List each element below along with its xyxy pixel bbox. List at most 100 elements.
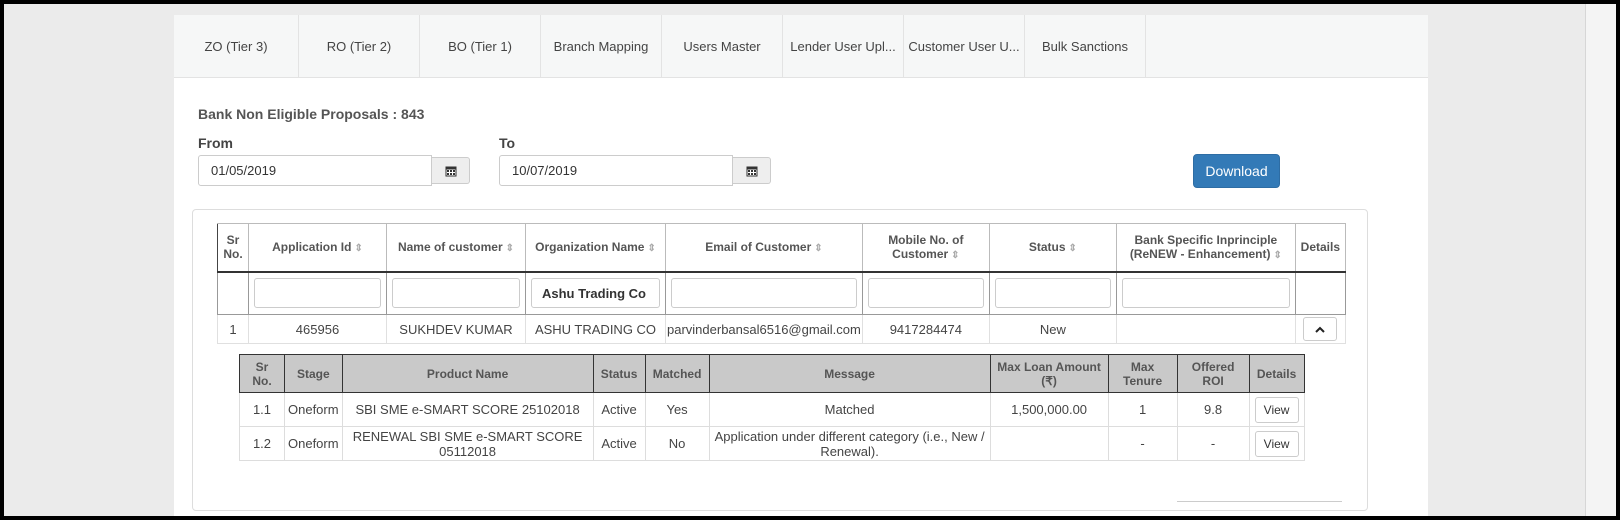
sub-row-roi: 9.8 — [1176, 392, 1250, 427]
browser-frame: ZO (Tier 3) RO (Tier 2) BO (Tier 1) Bran… — [0, 0, 1620, 520]
sub-row-max-loan — [989, 426, 1109, 461]
tab-bar: ZO (Tier 3) RO (Tier 2) BO (Tier 1) Bran… — [174, 15, 1428, 78]
view-button[interactable]: View — [1254, 396, 1299, 423]
sub-col-details: Details — [1248, 354, 1305, 393]
filter-cell — [248, 271, 387, 315]
sub-col-max-tenure: Max Tenure — [1107, 354, 1178, 393]
sub-row-matched: No — [644, 426, 710, 461]
row-status: New — [988, 314, 1117, 344]
pagination-fragment — [1177, 501, 1342, 512]
filter-cell — [1294, 271, 1346, 315]
tab-bo[interactable]: BO (Tier 1) — [420, 15, 541, 77]
col-application-id[interactable]: Application Id ⇕ — [248, 223, 387, 273]
download-button[interactable]: Download — [1193, 154, 1280, 188]
col-email[interactable]: Email of Customer ⇕ — [665, 223, 863, 273]
sub-row-max-tenure: - — [1107, 426, 1178, 461]
filter-cell — [386, 271, 526, 315]
sub-table-header-row: Sr No. Stage Product Name Status Matched … — [239, 354, 1305, 393]
product-match-table: Sr No. Stage Product Name Status Matched … — [239, 354, 1305, 461]
sort-icon: ⇕ — [1273, 250, 1282, 262]
collapse-button[interactable] — [1303, 317, 1338, 341]
chevron-up-icon — [1315, 326, 1326, 333]
col-status[interactable]: Status ⇕ — [988, 223, 1117, 273]
sub-row-max-tenure: 1 — [1107, 392, 1178, 427]
organization-name-filter[interactable] — [531, 278, 660, 309]
tab-ro[interactable]: RO (Tier 2) — [299, 15, 420, 77]
main-panel: ZO (Tier 3) RO (Tier 2) BO (Tier 1) Bran… — [174, 15, 1428, 516]
row-mobile: 9417284474 — [861, 314, 990, 344]
sub-col-max-loan: Max Loan Amount (₹) — [989, 354, 1109, 393]
inprinciple-filter[interactable] — [1121, 278, 1290, 309]
from-date-input[interactable] — [198, 155, 432, 186]
sort-icon: ⇕ — [354, 243, 363, 255]
sort-icon: ⇕ — [814, 243, 823, 255]
sub-row-max-loan: 1,500,000.00 — [989, 392, 1109, 427]
sub-row-matched: Yes — [644, 392, 710, 427]
col-details: Details — [1294, 223, 1346, 273]
sub-row-product-name: RENEWAL SBI SME e-SMART SCORE 05112018 — [341, 426, 594, 461]
sub-row-details: View — [1248, 426, 1305, 461]
row-sr-no: 1 — [217, 314, 249, 344]
sub-row-status: Active — [592, 392, 646, 427]
col-sr-no: Sr No. — [217, 223, 249, 273]
scrollbar-track[interactable] — [1585, 4, 1616, 516]
to-label: To — [499, 135, 516, 151]
sub-col-matched: Matched — [644, 354, 710, 393]
tab-bulk-sanctions[interactable]: Bulk Sanctions — [1025, 15, 1146, 77]
filter-cell — [861, 271, 990, 315]
row-email: parvinderbansal6516@gmail.com — [665, 314, 863, 344]
filter-cell — [525, 271, 666, 315]
application-id-filter[interactable] — [254, 278, 381, 309]
tab-lender-user-upload[interactable]: Lender User Upl... — [783, 15, 904, 77]
sort-icon: ⇕ — [505, 243, 515, 255]
sub-col-status: Status — [592, 354, 646, 393]
to-date-input[interactable] — [499, 155, 733, 186]
sub-col-roi: Offered ROI — [1176, 354, 1250, 393]
sub-col-message: Message — [708, 354, 991, 393]
tab-customer-user-upload[interactable]: Customer User U... — [904, 15, 1025, 77]
row-customer-name: SUKHDEV KUMAR — [386, 314, 526, 344]
col-inprinciple[interactable]: Bank Specific Inprinciple (ReNEW - Enhanc… — [1115, 223, 1296, 273]
customer-name-filter[interactable] — [392, 278, 520, 309]
to-calendar-button[interactable] — [733, 157, 771, 184]
sub-row-stage: Oneform — [284, 392, 343, 427]
filter-cell — [217, 271, 249, 315]
view-button[interactable]: View — [1254, 430, 1299, 457]
sub-row-product-name: SBI SME e-SMART SCORE 25102018 — [341, 392, 594, 427]
row-application-id: 465956 — [248, 314, 387, 344]
mobile-filter[interactable] — [867, 278, 984, 309]
sub-row-stage: Oneform — [284, 426, 343, 461]
filter-cell — [665, 271, 863, 315]
sub-row-sr-no: 1.2 — [239, 426, 285, 461]
col-customer-name[interactable]: Name of customer ⇕ — [386, 223, 526, 273]
from-calendar-button[interactable] — [432, 157, 470, 184]
sub-row-sr-no: 1.1 — [239, 392, 285, 427]
sub-col-stage: Stage — [284, 354, 343, 393]
filter-row — [217, 271, 1346, 315]
email-filter[interactable] — [671, 278, 857, 309]
status-filter[interactable] — [994, 278, 1111, 309]
page-title: Bank Non Eligible Proposals : 843 — [198, 106, 425, 122]
sub-row-message: Application under different category (i.… — [708, 426, 991, 461]
tab-branch-mapping[interactable]: Branch Mapping — [541, 15, 662, 77]
table-header-row: Sr No. Application Id ⇕ Name of customer ⇕ … — [217, 223, 1346, 273]
filter-cell — [1115, 271, 1296, 315]
from-label: From — [198, 135, 233, 151]
sub-row-roi: - — [1176, 426, 1250, 461]
sort-icon: ⇕ — [647, 243, 656, 255]
col-mobile[interactable]: Mobile No. of Customer ⇕ — [861, 223, 990, 273]
row-inprinciple — [1115, 314, 1296, 344]
sub-row-status: Active — [592, 426, 646, 461]
calendar-icon — [445, 166, 456, 176]
row-organization-name: ASHU TRADING CO — [525, 314, 666, 344]
sub-col-sr-no: Sr No. — [239, 354, 285, 393]
col-organization-name[interactable]: Organization Name ⇕ — [525, 223, 666, 273]
sort-icon: ⇕ — [951, 250, 960, 262]
tab-users-master[interactable]: Users Master — [662, 15, 783, 77]
row-details — [1294, 314, 1346, 344]
sort-icon: ⇕ — [1068, 243, 1077, 255]
tab-zo[interactable]: ZO (Tier 3) — [174, 15, 299, 77]
sub-col-product-name: Product Name — [341, 354, 594, 393]
filter-cell — [988, 271, 1117, 315]
table-row: 1.1 Oneform SBI SME e-SMART SCORE 251020… — [239, 392, 1305, 427]
